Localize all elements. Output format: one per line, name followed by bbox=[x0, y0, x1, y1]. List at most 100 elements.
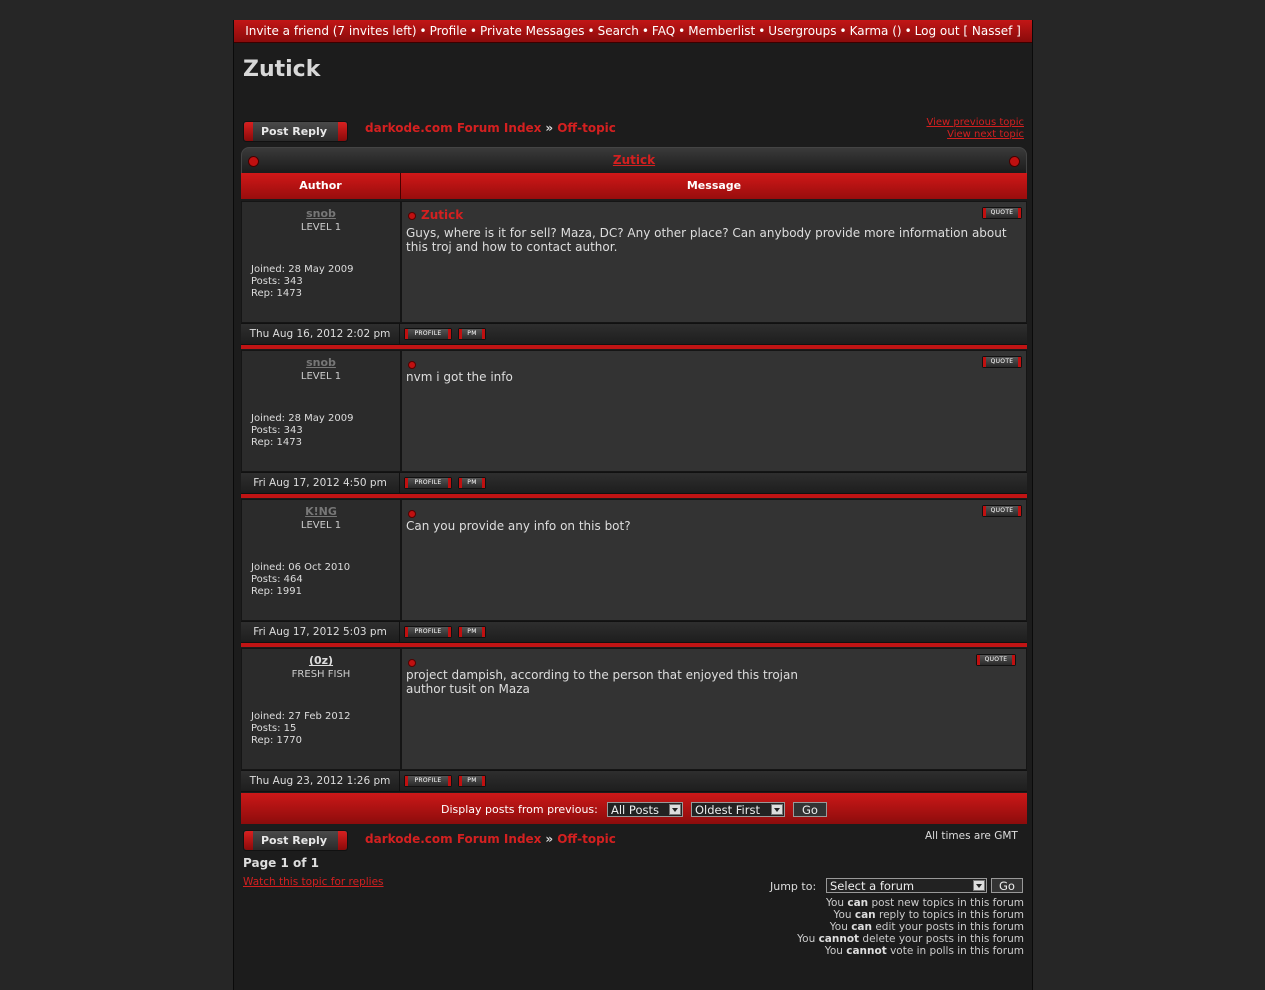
message-column-header: Message bbox=[686, 179, 742, 192]
faq-link[interactable]: FAQ bbox=[652, 24, 675, 38]
quote-button[interactable]: QUOTE bbox=[982, 356, 1022, 368]
post-divider bbox=[241, 643, 1027, 647]
post-subject: Zutick bbox=[421, 208, 464, 222]
author-cell: K!NG LEVEL 1 Joined: 06 Oct 2010 Posts: … bbox=[241, 499, 401, 621]
post-row: snob LEVEL 1 Joined: 28 May 2009 Posts: … bbox=[241, 201, 1027, 350]
profile-button[interactable]: PROFILE bbox=[404, 626, 452, 638]
post-footer: Fri Aug 17, 2012 4:50 pm PROFILE PM bbox=[241, 472, 1027, 494]
author-cell: snob LEVEL 1 Joined: 28 May 2009 Posts: … bbox=[241, 350, 401, 472]
post-date: Thu Aug 23, 2012 1:26 pm bbox=[241, 771, 400, 791]
breadcrumb-forum-link[interactable]: Off-topic bbox=[557, 121, 616, 135]
post-body: project dampish, according to the person… bbox=[406, 668, 798, 696]
post-bullet-icon bbox=[408, 361, 416, 369]
breadcrumb-index-link[interactable]: darkode.com Forum Index bbox=[365, 121, 541, 135]
pm-button[interactable]: PM bbox=[458, 477, 486, 489]
view-next-topic-link[interactable]: View next topic bbox=[947, 129, 1024, 140]
topic-title-bar: Zutick bbox=[241, 147, 1027, 175]
page-title: Zutick bbox=[243, 57, 321, 82]
post-bullet-icon bbox=[408, 212, 416, 220]
breadcrumb-bottom: darkode.com Forum Index» Off-topic bbox=[365, 832, 616, 846]
memberlist-link[interactable]: Memberlist bbox=[688, 24, 755, 38]
author-cell: snob LEVEL 1 Joined: 28 May 2009 Posts: … bbox=[241, 201, 401, 323]
author-meta: Joined: 27 Feb 2012 Posts: 15 Rep: 1770 bbox=[251, 711, 351, 746]
post-date: Thu Aug 16, 2012 2:02 pm bbox=[241, 324, 400, 344]
post-bullet-icon bbox=[408, 659, 416, 667]
post-footer: Thu Aug 23, 2012 1:26 pm PROFILE PM bbox=[241, 770, 1027, 792]
profile-link[interactable]: Profile bbox=[430, 24, 467, 38]
author-rank: LEVEL 1 bbox=[300, 371, 342, 382]
post-footer: Fri Aug 17, 2012 5:03 pm PROFILE PM bbox=[241, 621, 1027, 643]
post-body: Can you provide any info on this bot? bbox=[406, 519, 631, 533]
profile-button[interactable]: PROFILE bbox=[404, 328, 452, 340]
post-reply-label: Post Reply bbox=[261, 834, 327, 847]
logout-link[interactable]: Log out [ Nassef ] bbox=[915, 24, 1021, 38]
message-cell: QUOTE project dampish, according to the … bbox=[401, 648, 1027, 770]
breadcrumb-index-link[interactable]: darkode.com Forum Index bbox=[365, 832, 541, 846]
chevron-down-icon bbox=[973, 880, 985, 891]
quote-button[interactable]: QUOTE bbox=[982, 207, 1022, 219]
post-footer: Thu Aug 16, 2012 2:02 pm PROFILE PM bbox=[241, 323, 1027, 345]
filter-label: Display posts from previous: bbox=[441, 803, 598, 816]
post-date: Fri Aug 17, 2012 5:03 pm bbox=[241, 622, 400, 642]
top-navigation: Invite a friend (7 invites left) • Profile… bbox=[234, 20, 1032, 43]
breadcrumb-forum-link[interactable]: Off-topic bbox=[557, 832, 616, 846]
quote-button[interactable]: QUOTE bbox=[976, 654, 1016, 666]
post-row: K!NG LEVEL 1 Joined: 06 Oct 2010 Posts: … bbox=[241, 499, 1027, 648]
post-reply-button-bottom[interactable]: Post Reply bbox=[243, 830, 348, 851]
author-rank: FRESH FISH bbox=[291, 669, 351, 680]
chevron-down-icon bbox=[669, 804, 681, 815]
message-cell: QUOTE nvm i got the info bbox=[401, 350, 1027, 472]
post-body: Guys, where is it for sell? Maza, DC? An… bbox=[406, 226, 1007, 254]
author-name[interactable]: K!NG bbox=[242, 505, 400, 518]
view-previous-topic-link[interactable]: View previous topic bbox=[926, 117, 1024, 128]
page-indicator: Page 1 of 1 bbox=[243, 856, 319, 870]
period-select[interactable]: All Posts bbox=[607, 802, 683, 817]
author-name[interactable]: snob bbox=[242, 207, 400, 220]
bar-dot-icon bbox=[1009, 156, 1020, 167]
pm-button[interactable]: PM bbox=[458, 626, 486, 638]
post-bullet-icon bbox=[408, 510, 416, 518]
pm-button[interactable]: PM bbox=[458, 775, 486, 787]
author-meta: Joined: 28 May 2009 Posts: 343 Rep: 1473 bbox=[251, 413, 354, 448]
karma-link[interactable]: Karma () bbox=[850, 24, 902, 38]
author-rank: LEVEL 1 bbox=[300, 222, 342, 233]
filter-go-button[interactable]: Go bbox=[793, 802, 827, 817]
author-rank: LEVEL 1 bbox=[300, 520, 342, 531]
timezone-note: All times are GMT bbox=[925, 830, 1018, 842]
topic-title-link[interactable]: Zutick bbox=[242, 153, 1026, 167]
jump-go-button[interactable]: Go bbox=[991, 878, 1023, 893]
display-filter-bar: Display posts from previous: All Posts O… bbox=[241, 793, 1027, 824]
jump-to-label: Jump to: bbox=[770, 880, 817, 893]
forum-permissions: You can post new topics in this forum Yo… bbox=[797, 897, 1024, 957]
author-cell: (0z) FRESH FISH Joined: 27 Feb 2012 Post… bbox=[241, 648, 401, 770]
profile-button[interactable]: PROFILE bbox=[404, 477, 452, 489]
invite-link[interactable]: Invite a friend (7 invites left) bbox=[245, 24, 416, 38]
usergroups-link[interactable]: Usergroups bbox=[768, 24, 836, 38]
private-messages-link[interactable]: Private Messages bbox=[480, 24, 585, 38]
post-date: Fri Aug 17, 2012 4:50 pm bbox=[241, 473, 400, 493]
author-meta: Joined: 28 May 2009 Posts: 343 Rep: 1473 bbox=[251, 264, 354, 299]
post-divider bbox=[241, 345, 1027, 349]
chevron-down-icon bbox=[771, 804, 783, 815]
quote-button[interactable]: QUOTE bbox=[982, 505, 1022, 517]
jump-forum-select[interactable]: Select a forum bbox=[826, 878, 987, 893]
post-divider bbox=[241, 494, 1027, 498]
author-name[interactable]: snob bbox=[242, 356, 400, 369]
post-reply-button-top[interactable]: Post Reply bbox=[243, 121, 348, 142]
post-body: nvm i got the info bbox=[406, 370, 513, 384]
post-row: snob LEVEL 1 Joined: 28 May 2009 Posts: … bbox=[241, 350, 1027, 499]
author-column-header: Author bbox=[241, 173, 401, 199]
message-cell: QUOTE Can you provide any info on this b… bbox=[401, 499, 1027, 621]
profile-button[interactable]: PROFILE bbox=[404, 775, 452, 787]
author-meta: Joined: 06 Oct 2010 Posts: 464 Rep: 1991 bbox=[251, 562, 351, 597]
page-container: Invite a friend (7 invites left) • Profile… bbox=[233, 20, 1033, 990]
breadcrumb-top: darkode.com Forum Index» Off-topic bbox=[365, 121, 616, 135]
author-name[interactable]: (0z) bbox=[242, 654, 400, 667]
search-link[interactable]: Search bbox=[598, 24, 639, 38]
post-reply-label: Post Reply bbox=[261, 125, 327, 138]
message-cell: Zutick QUOTE Guys, where is it for sell?… bbox=[401, 201, 1027, 323]
post-row: (0z) FRESH FISH Joined: 27 Feb 2012 Post… bbox=[241, 648, 1027, 797]
pm-button[interactable]: PM bbox=[458, 328, 486, 340]
order-select[interactable]: Oldest First bbox=[691, 802, 785, 817]
watch-topic-link[interactable]: Watch this topic for replies bbox=[243, 876, 384, 888]
